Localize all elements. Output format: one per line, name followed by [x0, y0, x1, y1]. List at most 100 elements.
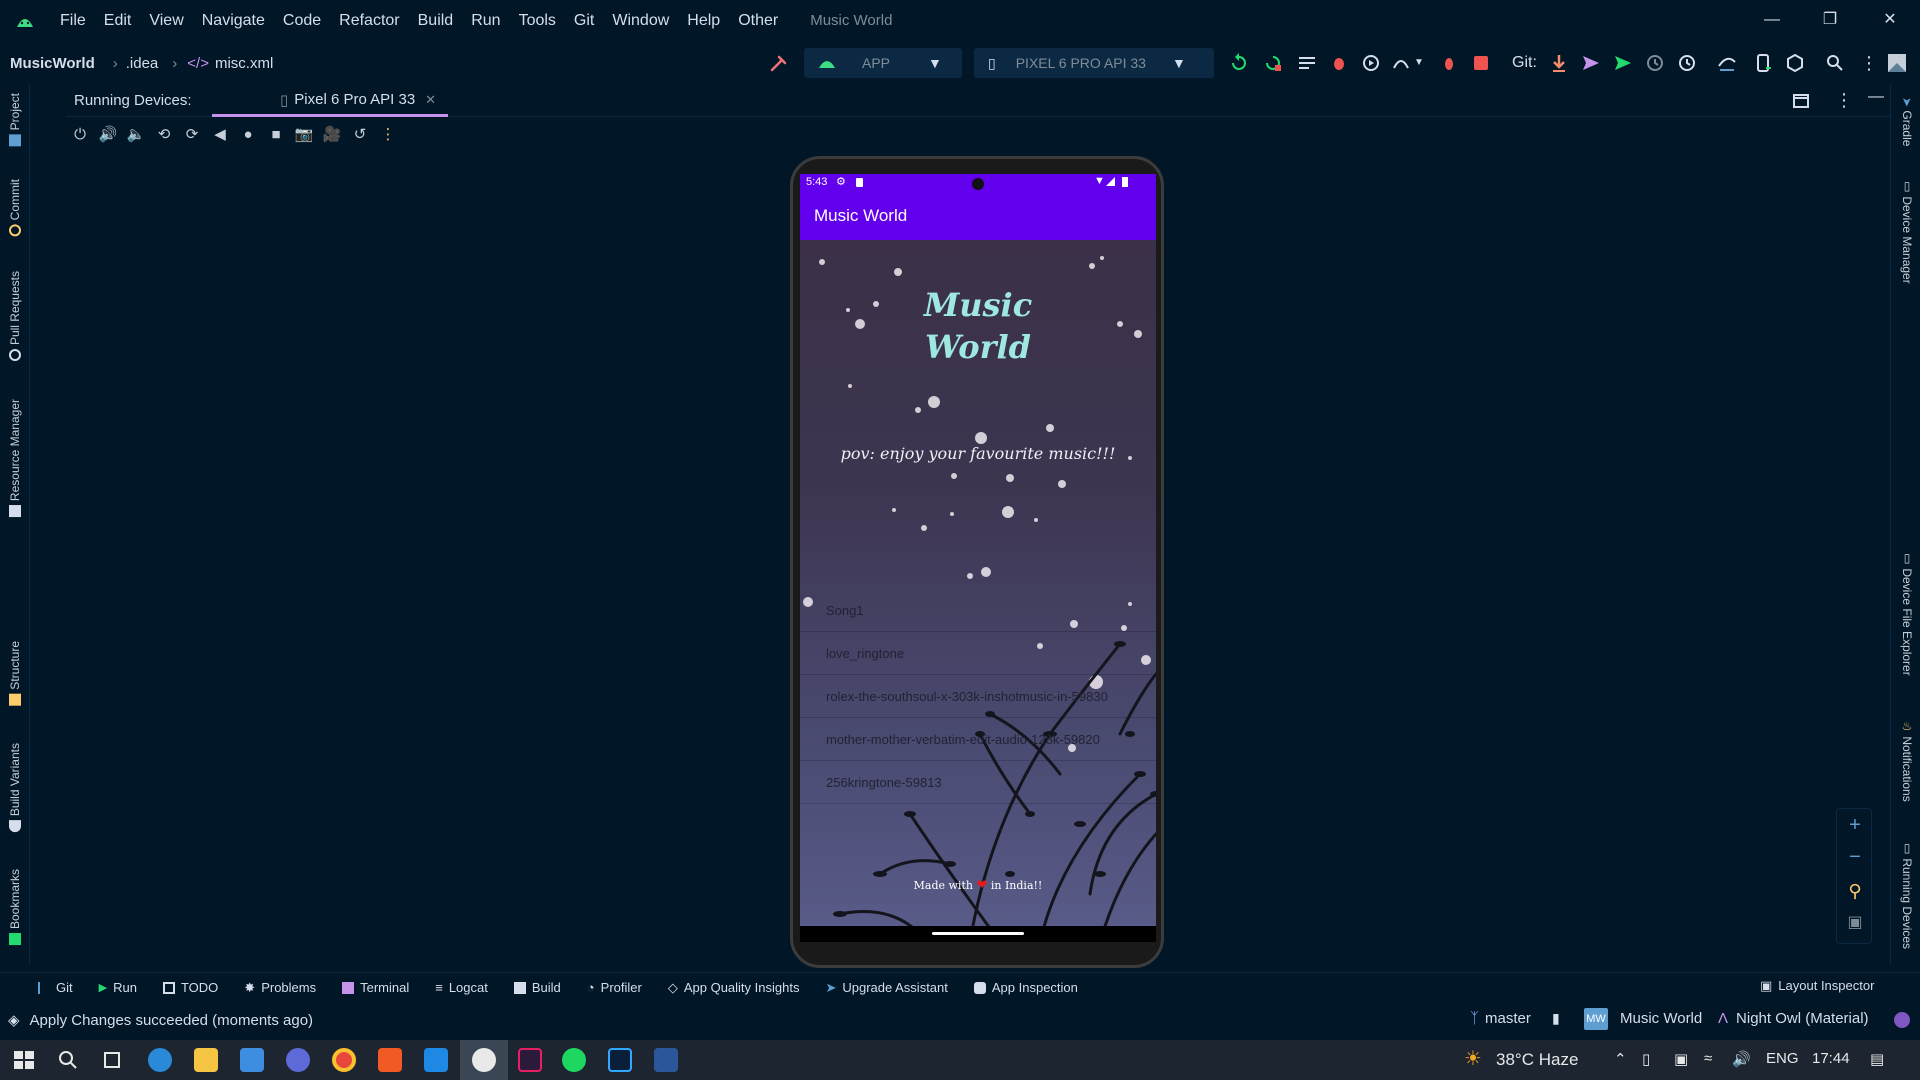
song-item[interactable]: mother-mother-verbatim-edit-audio-128k-5… [800, 719, 1156, 761]
history-icon[interactable] [1644, 52, 1666, 74]
zoom-fit-icon[interactable]: ▣ [1843, 911, 1867, 935]
phone-screen[interactable]: 5:43 ⚙ ▼ Music World Music World pov: en… [800, 174, 1156, 942]
more-vertical-icon[interactable]: ⋮ [1858, 52, 1880, 74]
sdk-manager-icon[interactable] [1784, 52, 1806, 74]
device-selector[interactable]: ▯ PIXEL 6 PRO API 33 ▼ [974, 48, 1214, 78]
layout-inspector-tab[interactable]: ▣ Layout Inspector [1760, 978, 1874, 994]
volume-tray-icon[interactable]: 🔊 [1732, 1050, 1751, 1068]
task-view-icon[interactable] [100, 1048, 124, 1072]
git-commit-push-icon[interactable] [1612, 52, 1634, 74]
tool-tab-terminal[interactable]: Terminal [342, 980, 409, 995]
menu-help[interactable]: Help [687, 12, 720, 30]
tool-tab-commit[interactable]: Commit [8, 179, 22, 237]
git-branch-widget[interactable]: ᛉ master [1470, 1010, 1531, 1027]
battery-tray-icon[interactable]: ▯ [1642, 1050, 1650, 1068]
edge-browser-icon[interactable] [148, 1048, 172, 1072]
tool-tab-pull-requests[interactable]: Pull Requests [8, 271, 22, 362]
menu-git[interactable]: Git [574, 12, 594, 30]
spotify-icon[interactable] [562, 1048, 586, 1072]
debug-icon[interactable] [1328, 52, 1350, 74]
weather-text[interactable]: 38°C Haze [1496, 1050, 1578, 1070]
reset-icon[interactable]: ↺ [346, 122, 374, 148]
stop-icon[interactable] [1470, 52, 1492, 74]
close-icon[interactable]: ✕ [1878, 8, 1902, 32]
menu-navigate[interactable]: Navigate [202, 12, 265, 30]
song-item[interactable]: love_ringtone [800, 633, 1156, 675]
list-icon[interactable] [1296, 52, 1318, 74]
device-manager-icon[interactable] [1752, 52, 1774, 74]
tool-tab-problems[interactable]: ✸ Problems [244, 980, 316, 996]
rollback-icon[interactable] [1676, 52, 1698, 74]
power-icon[interactable]: ⏻ [66, 122, 94, 148]
tool-tab-resource-manager[interactable]: Resource Manager [8, 399, 22, 518]
search-icon[interactable] [1824, 52, 1846, 74]
project-name[interactable]: Music World [1620, 1010, 1702, 1027]
restore-icon[interactable]: ❐ [1818, 8, 1842, 32]
file-explorer-icon[interactable] [194, 1048, 218, 1072]
notification-center-icon[interactable]: ▤ [1870, 1050, 1884, 1068]
screen-record-icon[interactable]: 🎥 [318, 122, 346, 148]
clock[interactable]: 17:44 [1812, 1050, 1850, 1067]
tool-tab-profiler[interactable]: ◔ Profiler [587, 980, 642, 995]
menu-view[interactable]: View [149, 12, 183, 30]
chrome-icon[interactable] [332, 1048, 356, 1072]
language-indicator[interactable]: ENG [1766, 1050, 1799, 1067]
mail-icon[interactable] [240, 1048, 264, 1072]
song-item[interactable]: Song1 [800, 590, 1156, 632]
display-tray-icon[interactable]: ▣ [1674, 1050, 1688, 1068]
menu-code[interactable]: Code [283, 12, 321, 30]
menu-other[interactable]: Other [738, 12, 778, 30]
screenshot-icon[interactable]: 📷 [290, 122, 318, 148]
home-gesture-handle[interactable] [932, 932, 1024, 935]
wifi-tray-icon[interactable]: ≈ [1704, 1050, 1712, 1067]
menu-edit[interactable]: Edit [104, 12, 132, 30]
menu-run[interactable]: Run [471, 12, 500, 30]
tool-tab-app-inspection[interactable]: App Inspection [973, 980, 1078, 995]
breadcrumb-file[interactable]: misc.xml [215, 55, 273, 72]
rotate-left-icon[interactable]: ⟲ [150, 122, 178, 148]
tool-tab-structure[interactable]: Structure [8, 641, 22, 706]
hide-panel-icon[interactable]: — [1868, 88, 1884, 106]
user-avatar[interactable] [1894, 1012, 1910, 1028]
photoshop-icon[interactable] [608, 1048, 632, 1072]
zoom-actual-icon[interactable]: ⚲ [1843, 879, 1867, 903]
run-config-selector[interactable]: APP ▼ [804, 48, 962, 78]
android-studio-taskbar-icon[interactable] [472, 1048, 496, 1072]
tool-tab-todo[interactable]: TODO [162, 980, 218, 995]
tool-tab-upgrade-assistant[interactable]: ➤ Upgrade Assistant [825, 980, 947, 996]
volume-up-icon[interactable]: 🔊 [94, 122, 122, 148]
windows-start-icon[interactable] [12, 1048, 36, 1072]
sync-gradle-icon[interactable] [1716, 52, 1738, 74]
attach-debugger-icon[interactable] [1390, 52, 1412, 74]
dropdown-icon[interactable]: ▼ [1414, 52, 1428, 74]
more-vertical-icon[interactable]: ⋮ [374, 122, 402, 148]
volume-down-icon[interactable]: 🔈 [122, 122, 150, 148]
back-icon[interactable]: ◀ [206, 122, 234, 148]
vscode-icon[interactable] [424, 1048, 448, 1072]
menu-window[interactable]: Window [612, 12, 669, 30]
search-icon[interactable] [56, 1048, 80, 1072]
breadcrumb-idea[interactable]: .idea [126, 55, 159, 72]
git-push-icon[interactable] [1580, 52, 1602, 74]
readonly-lock-icon[interactable]: ▮ [1552, 1010, 1560, 1027]
status-message[interactable]: Apply Changes succeeded (moments ago) [30, 1012, 314, 1029]
hammer-icon[interactable] [768, 52, 790, 74]
tool-tab-running-devices[interactable]: ▯ Running Devices [1900, 841, 1914, 949]
song-item[interactable]: 256kringtone-59813 [800, 762, 1156, 804]
tool-tab-device-file-explorer[interactable]: ▯ Device File Explorer [1900, 551, 1914, 676]
tool-tab-build-variants[interactable]: Build Variants [8, 743, 22, 833]
overview-icon[interactable]: ■ [262, 122, 290, 148]
menu-tools[interactable]: Tools [519, 12, 556, 30]
tool-tab-notifications[interactable]: ♨ Notifications [1900, 719, 1914, 802]
home-icon[interactable]: ● [234, 122, 262, 148]
tool-tab-build[interactable]: Build [513, 980, 561, 995]
theme-widget[interactable]: Λ Night Owl (Material) [1718, 1010, 1869, 1027]
tool-tab-logcat[interactable]: ≡ Logcat [435, 980, 488, 995]
word-icon[interactable] [654, 1048, 678, 1072]
menu-refactor[interactable]: Refactor [339, 12, 399, 30]
media-player-icon[interactable] [286, 1048, 310, 1072]
close-tab-icon[interactable]: ✕ [425, 92, 436, 108]
more-vertical-icon[interactable]: ⋮ [1835, 90, 1853, 111]
menu-build[interactable]: Build [418, 12, 454, 30]
apply-code-changes-icon[interactable] [1262, 52, 1284, 74]
